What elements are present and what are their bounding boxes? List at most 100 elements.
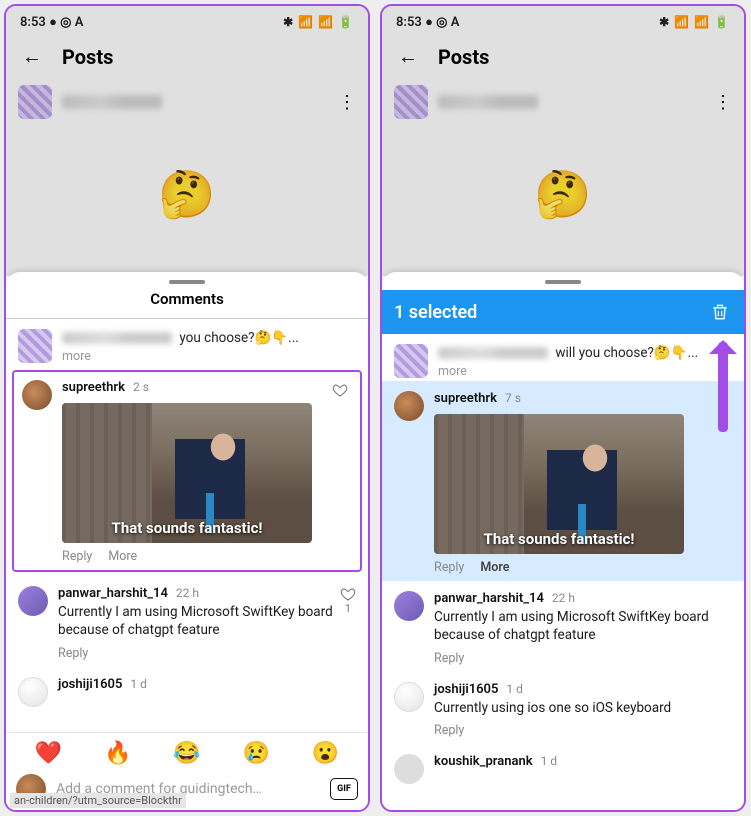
comment-gif[interactable]: That sounds fantastic! (62, 403, 312, 543)
back-icon[interactable]: ← (398, 44, 418, 69)
author-name-blurred (438, 95, 538, 109)
gif-button[interactable]: GIF (330, 778, 358, 800)
comment-time: 1 d (541, 754, 558, 768)
top-bar: ← Posts (6, 34, 368, 79)
post-author-row: ⋮ (382, 79, 744, 125)
comment-text: Currently using ios one so iOS keyboard (434, 699, 732, 717)
post-background: 8:53 ● ◎ A ✱ 📶 📶 🔋 ← Posts ⋮ 🤔 (382, 6, 744, 276)
back-icon[interactable]: ← (22, 44, 42, 69)
trash-icon (710, 302, 730, 322)
status-bar: 8:53 ● ◎ A ✱ 📶 📶 🔋 (6, 6, 368, 34)
reaction-wow[interactable]: 😮 (312, 741, 339, 766)
comment-time: 22 h (552, 591, 575, 605)
comment-time: 22 h (176, 586, 199, 600)
reaction-fire[interactable]: 🔥 (104, 741, 131, 766)
author-avatar[interactable] (394, 85, 428, 119)
caption-username-blurred (438, 347, 548, 359)
gif-caption: That sounds fantastic! (62, 519, 312, 537)
selection-count: 1 selected (394, 302, 477, 323)
comment-avatar[interactable] (22, 380, 52, 410)
status-bar: 8:53 ● ◎ A ✱ 📶 📶 🔋 (382, 6, 744, 34)
caption-text: you choose?🤔👇... (179, 330, 298, 346)
page-title: Posts (438, 45, 489, 69)
comment-time: 7 s (505, 391, 521, 405)
post-caption: you choose?🤔👇... more (6, 319, 368, 366)
reaction-laugh[interactable]: 😂 (173, 741, 200, 766)
status-indicators: ✱ 📶 📶 🔋 (659, 15, 730, 29)
comment-avatar[interactable] (394, 591, 424, 621)
comment-avatar[interactable] (18, 586, 48, 616)
comment-avatar[interactable] (394, 754, 424, 784)
phone-left: 8:53 ● ◎ A ✱ 📶 📶 🔋 ← Posts ⋮ 🤔 Comments … (4, 4, 370, 812)
url-leak-text: an-children/?utm_source=Blockthr (10, 793, 186, 808)
caption-more[interactable]: more (62, 349, 91, 364)
delete-button[interactable] (708, 300, 732, 324)
reaction-heart[interactable]: ❤️ (35, 741, 62, 766)
comment-username[interactable]: supreethrk (434, 391, 497, 406)
comment-time: 1 d (506, 682, 523, 696)
post-menu-icon[interactable]: ⋮ (338, 92, 356, 113)
like-comment-icon[interactable]: 1 (340, 586, 356, 615)
author-avatar[interactable] (18, 85, 52, 119)
post-caption: will you choose?🤔👇... more (382, 334, 744, 381)
comments-sheet: 1 selected will you choose?🤔👇... more su… (382, 272, 744, 810)
reply-button[interactable]: Reply (62, 549, 92, 564)
status-indicators: ✱ 📶 📶 🔋 (283, 15, 354, 29)
comment-username[interactable]: koushik_pranank (434, 754, 533, 769)
caption-username-blurred (62, 332, 172, 344)
comment-row[interactable]: supreethrk 7 s That sounds fantastic! Re… (382, 381, 744, 581)
more-button[interactable]: More (480, 560, 509, 575)
comment-row[interactable]: joshiji1605 1 d (6, 667, 368, 707)
comment-row[interactable]: joshiji1605 1 d Currently using ios one … (382, 672, 744, 744)
annotation-arrow (718, 342, 728, 432)
comment-time: 1 d (130, 677, 147, 691)
comment-gif[interactable]: That sounds fantastic! (434, 414, 684, 554)
comment-row[interactable]: koushik_pranank 1 d (382, 744, 744, 784)
like-count: 1 (345, 602, 351, 615)
caption-avatar[interactable] (18, 329, 52, 363)
status-time: 8:53 ● ◎ A (20, 14, 83, 30)
page-title: Posts (62, 45, 113, 69)
comment-username[interactable]: supreethrk (62, 380, 125, 395)
sheet-handle[interactable] (545, 280, 581, 284)
comment-avatar[interactable] (394, 391, 424, 421)
selection-bar: 1 selected (382, 290, 744, 334)
comment-avatar[interactable] (18, 677, 48, 707)
comments-sheet: Comments you choose?🤔👇... more supreethr… (6, 272, 368, 810)
post-image: 🤔 (6, 125, 368, 265)
caption-more[interactable]: more (438, 364, 467, 379)
post-author-row: ⋮ (6, 79, 368, 125)
comment-row[interactable]: supreethrk 2 s That sounds fantastic! Re… (12, 370, 362, 572)
comment-username[interactable]: joshiji1605 (58, 677, 122, 692)
author-name-blurred (62, 95, 162, 109)
comment-avatar[interactable] (394, 682, 424, 712)
like-comment-icon[interactable] (332, 382, 348, 398)
reply-button[interactable]: Reply (434, 723, 464, 738)
comment-username[interactable]: joshiji1605 (434, 682, 498, 697)
comment-username[interactable]: panwar_harshit_14 (434, 591, 544, 606)
thinking-face-icon: 🤔 (158, 168, 215, 222)
comment-username[interactable]: panwar_harshit_14 (58, 586, 168, 601)
phone-right: 8:53 ● ◎ A ✱ 📶 📶 🔋 ← Posts ⋮ 🤔 1 selecte… (380, 4, 746, 812)
comment-text: Currently I am using Microsoft SwiftKey … (434, 608, 732, 644)
top-bar: ← Posts (382, 34, 744, 79)
comment-row[interactable]: panwar_harshit_14 22 h Currently I am us… (382, 581, 744, 671)
sheet-title: Comments (6, 290, 368, 319)
status-time: 8:53 ● ◎ A (396, 14, 459, 30)
post-menu-icon[interactable]: ⋮ (714, 92, 732, 113)
more-button[interactable]: More (108, 549, 137, 564)
thinking-face-icon: 🤔 (534, 168, 591, 222)
reaction-cry[interactable]: 😢 (242, 741, 269, 766)
comment-text: Currently I am using Microsoft SwiftKey … (58, 603, 356, 639)
quick-reactions: ❤️ 🔥 😂 😢 😮 (6, 732, 368, 768)
reply-button[interactable]: Reply (434, 651, 464, 666)
post-background: 8:53 ● ◎ A ✱ 📶 📶 🔋 ← Posts ⋮ 🤔 (6, 6, 368, 276)
reply-button[interactable]: Reply (434, 560, 464, 575)
comment-time: 2 s (133, 380, 149, 394)
reply-button[interactable]: Reply (58, 646, 88, 661)
sheet-handle[interactable] (169, 280, 205, 284)
comment-row[interactable]: panwar_harshit_14 22 h Currently I am us… (6, 576, 368, 666)
caption-text: will you choose?🤔👇... (555, 345, 698, 361)
gif-caption: That sounds fantastic! (434, 530, 684, 548)
caption-avatar[interactable] (394, 344, 428, 378)
